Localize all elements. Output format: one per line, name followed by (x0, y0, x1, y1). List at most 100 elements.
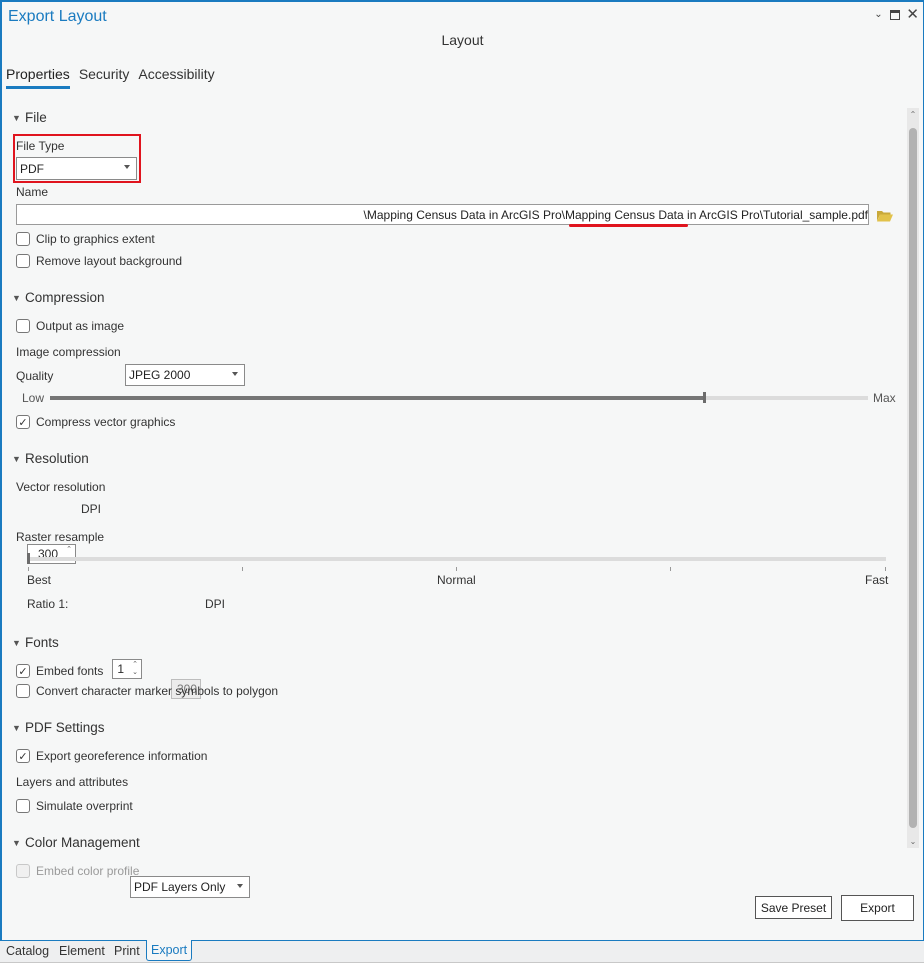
ratio-dpi-label: DPI (205, 597, 226, 611)
raster-best-label: Best (27, 573, 52, 587)
section-title: PDF Settings (25, 720, 105, 735)
bottom-dock-tabs: Catalog Element Print Export (0, 940, 924, 963)
scroll-down-icon[interactable]: ⌄ (907, 837, 919, 846)
dropdown-arrow-icon (124, 165, 130, 169)
slider-thumb[interactable] (703, 392, 707, 403)
tab-properties[interactable]: Properties (6, 66, 70, 89)
file-type-select[interactable]: PDF (16, 157, 137, 180)
checkbox-label: Output as image (36, 319, 125, 333)
ratio-value: 1 (117, 662, 124, 676)
checkbox-box (16, 684, 30, 698)
dock-tab-element[interactable]: Element (59, 944, 105, 958)
layers-attributes-value: PDF Layers Only (134, 880, 226, 894)
raster-normal-label: Normal (437, 573, 476, 587)
export-button[interactable]: Export (841, 895, 914, 921)
dock-tab-print[interactable]: Print (114, 944, 140, 958)
checkmark-icon: ✓ (16, 749, 30, 763)
checkmark-icon: ✓ (16, 664, 30, 678)
section-fonts-header[interactable]: ▼ Fonts (12, 635, 59, 650)
convert-markers-checkbox[interactable]: Convert character marker symbols to poly… (16, 684, 278, 698)
embed-fonts-checkbox[interactable]: ✓ Embed fonts (16, 664, 103, 678)
checkbox-label: Compress vector graphics (36, 415, 176, 429)
checkmark-icon: ✓ (16, 415, 30, 429)
browse-folder-icon[interactable] (877, 210, 893, 222)
vertical-scrollbar[interactable]: ⌃ ⌄ (907, 108, 919, 848)
close-icon[interactable]: ✕ (906, 7, 919, 22)
checkbox-box (16, 799, 30, 813)
checkbox-label: Simulate overprint (36, 799, 133, 813)
chevron-down-icon[interactable]: ⌄ (872, 9, 884, 21)
scrollbar-thumb[interactable] (909, 128, 917, 828)
section-title: Resolution (25, 451, 89, 466)
section-color-management-header[interactable]: ▼ Color Management (12, 835, 140, 850)
raster-resample-slider[interactable] (27, 553, 886, 571)
dropdown-arrow-icon (232, 372, 238, 376)
checkbox-label: Export georeference information (36, 749, 208, 763)
quality-slider[interactable] (50, 392, 868, 403)
name-input[interactable]: \Mapping Census Data in ArcGIS Pro\Mappi… (16, 204, 869, 225)
layers-attributes-select[interactable]: PDF Layers Only (130, 876, 250, 898)
tab-accessibility[interactable]: Accessibility (138, 66, 214, 89)
export-layout-pane: Export Layout ⌄ ✕ Layout Properties Secu… (0, 0, 924, 941)
window-controls: ⌄ ✕ (872, 7, 919, 22)
vector-resolution-label: Vector resolution (16, 480, 106, 494)
collapse-caret-icon: ▼ (12, 453, 21, 464)
name-value: \Mapping Census Data in ArcGIS Pro\Mappi… (363, 207, 868, 222)
clip-to-graphics-checkbox[interactable]: Clip to graphics extent (16, 232, 155, 246)
section-title: Color Management (25, 835, 140, 850)
section-title: Compression (25, 290, 105, 305)
layout-subtitle: Layout (441, 32, 484, 48)
property-tabs: Properties Security Accessibility (6, 66, 215, 89)
checkbox-box (16, 864, 30, 878)
checkbox-label: Convert character marker symbols to poly… (36, 684, 279, 698)
save-preset-button[interactable]: Save Preset (755, 896, 832, 919)
section-file-header[interactable]: ▼ File (12, 110, 47, 125)
dropdown-arrow-icon (237, 884, 243, 888)
export-georeference-checkbox[interactable]: ✓ Export georeference information (16, 749, 207, 763)
file-type-value: PDF (20, 161, 44, 176)
section-pdf-settings-header[interactable]: ▼ PDF Settings (12, 720, 105, 735)
checkbox-label: Embed color profile (36, 864, 140, 878)
checkbox-label: Clip to graphics extent (36, 232, 155, 246)
stepper-arrows-icon[interactable]: ⌃⌄ (132, 661, 138, 677)
slider-track (27, 557, 886, 561)
tab-security[interactable]: Security (79, 66, 130, 89)
ratio-stepper[interactable]: 1 ⌃ ⌄ (112, 659, 142, 679)
name-label: Name (16, 185, 49, 199)
section-resolution-header[interactable]: ▼ Resolution (12, 451, 89, 466)
checkbox-label: Embed fonts (36, 664, 104, 678)
collapse-caret-icon: ▼ (12, 292, 21, 303)
slider-thumb[interactable] (27, 553, 30, 564)
image-compression-select[interactable]: JPEG 2000 (125, 364, 245, 386)
image-compression-value: JPEG 2000 (129, 368, 191, 382)
maximize-icon[interactable] (890, 10, 901, 20)
quality-max-label: Max (873, 391, 896, 405)
scroll-up-icon[interactable]: ⌃ (907, 110, 919, 119)
dock-tab-export[interactable]: Export (146, 940, 193, 961)
collapse-caret-icon: ▼ (12, 637, 21, 648)
raster-fast-label: Fast (865, 573, 889, 587)
output-as-image-checkbox[interactable]: Output as image (16, 319, 124, 333)
slider-tick (670, 567, 671, 571)
quality-label: Quality (16, 369, 54, 383)
checkbox-label: Remove layout background (36, 254, 183, 268)
section-title: File (25, 110, 47, 125)
slider-tick (885, 567, 886, 571)
collapse-caret-icon: ▼ (12, 722, 21, 733)
checkbox-box (16, 254, 30, 268)
slider-fill (50, 396, 705, 400)
section-title: Fonts (25, 635, 59, 650)
file-type-label: File Type (16, 139, 65, 153)
collapse-caret-icon: ▼ (12, 837, 21, 848)
section-compression-header[interactable]: ▼ Compression (12, 290, 105, 305)
pane-title: Export Layout (8, 8, 107, 25)
slider-tick (242, 567, 243, 571)
layers-attributes-label: Layers and attributes (16, 775, 129, 789)
ratio-label: Ratio 1: (27, 597, 69, 611)
compress-vector-checkbox[interactable]: ✓ Compress vector graphics (16, 415, 175, 429)
slider-tick (456, 567, 457, 571)
simulate-overprint-checkbox[interactable]: Simulate overprint (16, 799, 133, 813)
dock-tab-catalog[interactable]: Catalog (6, 944, 49, 958)
vector-resolution-stepper[interactable]: 300 ⌃⌄ (27, 544, 76, 564)
remove-background-checkbox[interactable]: Remove layout background (16, 254, 182, 268)
